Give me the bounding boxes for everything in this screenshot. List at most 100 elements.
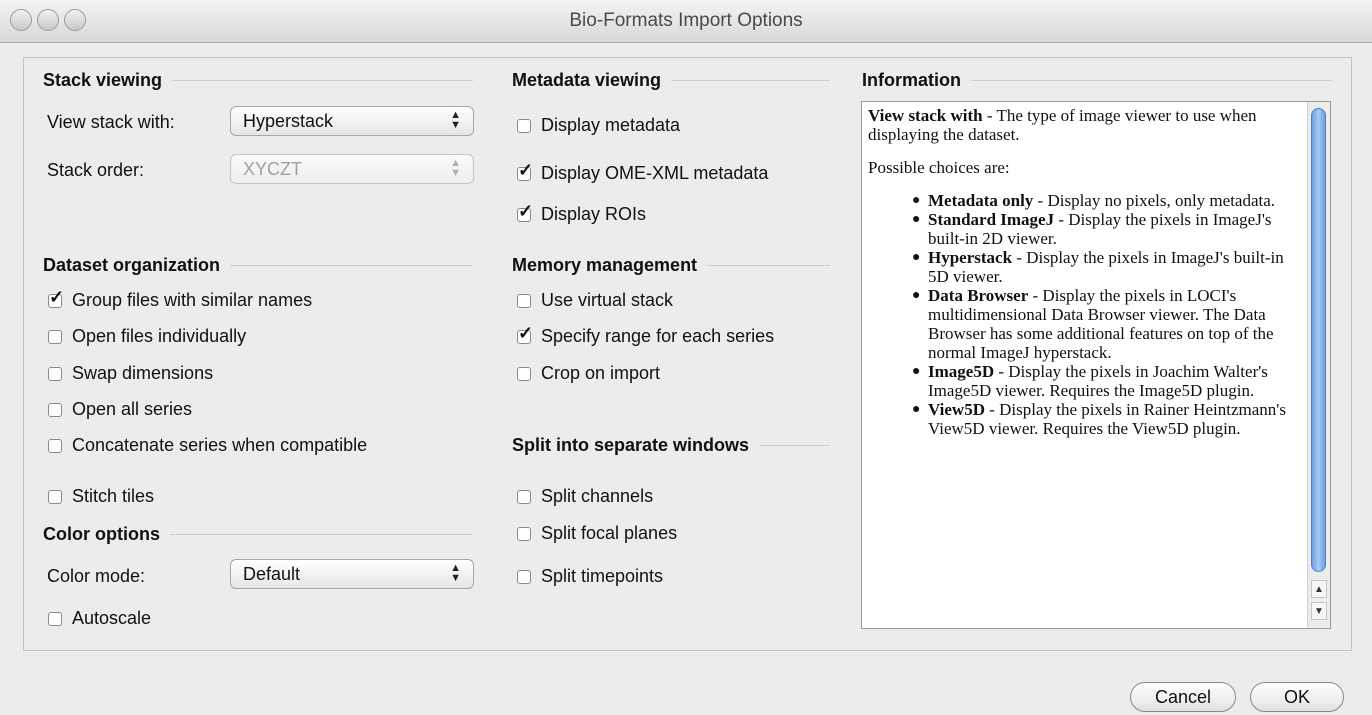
information-text-pane[interactable]: View stack with - The type of image view… [861,101,1331,629]
split-windows-title: Split into separate windows [512,435,750,455]
checkbox-label: Group files with similar names [72,290,313,310]
view-stack-label: View stack with: [47,112,175,132]
checkbox-box [48,611,62,626]
choice-name: Image5D [928,362,995,381]
checkbox-box [517,293,531,308]
split-windows-heading: Split into separate windows [512,435,830,456]
color-options-heading: Color options [43,524,473,545]
open-individually-checkbox[interactable]: Open files individually [48,326,246,347]
bullet-icon: ● [912,193,921,208]
checkbox-box [517,569,531,584]
color-mode-label: Color mode: [47,566,146,586]
window-title: Bio-Formats Import Options [569,10,803,31]
dataset-organization-heading: Dataset organization [43,255,473,276]
display-ome-xml-checkbox[interactable]: ✓ Display OME-XML metadata [517,160,768,184]
stack-order-select[interactable]: XYCZT ▲ ▼ [230,154,474,184]
scroll-up-arrow-icon[interactable]: ▲ [1311,580,1327,598]
dataset-organization-title: Dataset organization [43,255,221,275]
choice-desc: - Display no pixels, only metadata. [1033,191,1276,210]
stitch-tiles-checkbox[interactable]: Stitch tiles [48,486,154,507]
checkbox-label: Open files individually [72,326,247,346]
scroll-down-arrow-icon[interactable]: ▼ [1311,602,1327,620]
separator [971,80,1332,81]
checkbox-box [48,402,62,417]
bullet-icon: ● [912,212,921,227]
vertical-scrollbar[interactable]: ▲ ▼ [1307,102,1330,628]
virtual-stack-checkbox[interactable]: Use virtual stack [517,290,673,311]
checkbox-label: Split focal planes [541,523,678,543]
split-timepoints-checkbox[interactable]: Split timepoints [517,566,663,587]
color-mode-select[interactable]: Default ▲ ▼ [230,559,474,589]
bullet-icon: ● [912,288,921,303]
concatenate-series-checkbox[interactable]: Concatenate series when compatible [48,435,367,456]
autoscale-checkbox[interactable]: Autoscale [48,608,151,629]
checkmark-icon: ✓ [518,200,534,221]
checkbox-label: Swap dimensions [72,363,214,383]
memory-management-title: Memory management [512,255,698,275]
info-choices-intro: Possible choices are: [868,158,1010,177]
info-choices-list: ● Metadata only - Display no pixels, only… [868,191,1306,438]
checkbox-box [48,329,62,344]
ok-button[interactable]: OK [1250,682,1344,712]
choice-name: Metadata only [928,191,1034,210]
separator [671,80,830,81]
display-rois-checkbox[interactable]: ✓ Display ROIs [517,201,647,225]
stack-viewing-heading: Stack viewing [43,70,473,91]
checkbox-label: Stitch tiles [72,486,155,506]
checkbox-label: Specify range for each series [541,326,775,346]
color-options-title: Color options [43,524,160,544]
title-bar: Bio-Formats Import Options [0,0,1372,43]
crop-on-import-checkbox[interactable]: Crop on import [517,363,660,384]
information-heading: Information [862,70,1332,91]
group-files-checkbox[interactable]: ✓ Group files with similar names [48,287,313,311]
display-metadata-checkbox[interactable]: Display metadata [517,115,680,136]
color-mode-value: Default [243,563,301,584]
choice-name: Data Browser [928,286,1029,305]
bullet-icon: ● [912,364,921,379]
scrollbar-thumb[interactable] [1311,108,1326,572]
checkbox-box [517,366,531,381]
checkbox-label: Crop on import [541,363,661,383]
checkbox-box: ✓ [517,201,533,222]
checkbox-label: Display ROIs [541,204,647,224]
view-stack-value: Hyperstack [243,110,334,131]
separator [230,265,473,266]
choice-name: View5D [928,400,985,419]
checkbox-box: ✓ [48,287,64,308]
list-item: ● Data Browser - Display the pixels in LO… [912,286,1306,362]
list-item: ● Hyperstack - Display the pixels in Imag… [912,248,1306,286]
split-channels-checkbox[interactable]: Split channels [517,486,653,507]
checkbox-label: Concatenate series when compatible [72,435,368,455]
view-stack-select[interactable]: Hyperstack ▲ ▼ [230,106,474,136]
swap-dimensions-checkbox[interactable]: Swap dimensions [48,363,213,384]
bullet-icon: ● [912,250,921,265]
checkmark-icon: ✓ [518,322,534,343]
checkbox-label: Use virtual stack [541,290,674,310]
separator [759,445,830,446]
checkbox-box [48,366,62,381]
stack-order-value: XYCZT [243,158,303,179]
cancel-button[interactable]: Cancel [1130,682,1236,712]
metadata-viewing-heading: Metadata viewing [512,70,830,91]
list-item: ● Metadata only - Display no pixels, only… [912,191,1306,210]
checkbox-box: ✓ [517,160,533,181]
specify-range-checkbox[interactable]: ✓ Specify range for each series [517,323,775,347]
checkbox-label: Display metadata [541,115,681,135]
list-item: ● Standard ImageJ - Display the pixels in… [912,210,1306,248]
checkbox-box [517,118,531,133]
checkbox-box [517,526,531,541]
checkbox-box [517,489,531,504]
separator [172,80,473,81]
checkbox-label: Autoscale [72,608,152,628]
separator [707,265,830,266]
split-focal-planes-checkbox[interactable]: Split focal planes [517,523,677,544]
open-all-series-checkbox[interactable]: Open all series [48,399,192,420]
checkbox-label: Open all series [72,399,193,419]
updown-arrows-icon: ▲ ▼ [450,562,461,584]
memory-management-heading: Memory management [512,255,830,276]
updown-arrows-icon: ▲ ▼ [450,157,461,179]
list-item: ● View5D - Display the pixels in Rainer H… [912,400,1306,438]
checkbox-box: ✓ [517,323,533,344]
choice-name: Hyperstack [928,248,1013,267]
bullet-icon: ● [912,402,921,417]
